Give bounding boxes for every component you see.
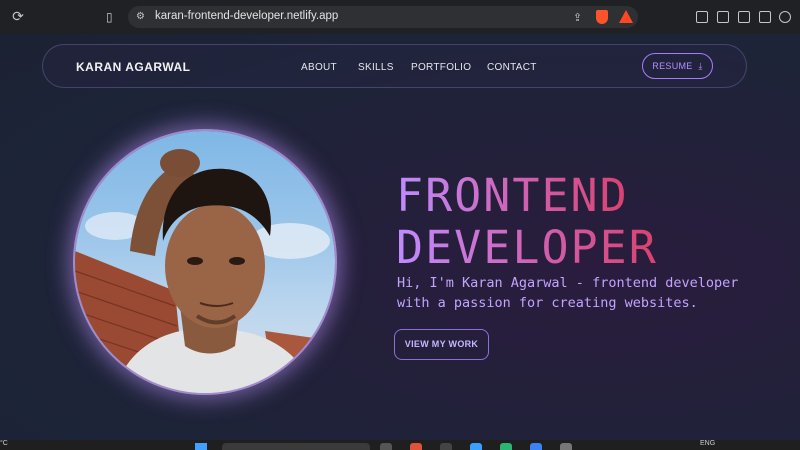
resume-label: RESUME — [652, 61, 693, 71]
portfolio-page: KARAN AGARWAL ABOUT SKILLS PORTFOLIO CON… — [0, 34, 800, 440]
download-icon: ⤓ — [698, 61, 703, 71]
taskbar-search[interactable] — [222, 443, 370, 450]
headline-line-2: DEVELOPER — [396, 221, 658, 274]
reload-icon[interactable]: ⟳ — [10, 9, 26, 25]
leo-icon[interactable] — [779, 11, 791, 23]
app-icon[interactable] — [470, 443, 482, 450]
language-indicator[interactable]: ENG — [700, 440, 715, 447]
file-explorer-icon[interactable] — [440, 443, 452, 450]
profile-photo — [75, 131, 335, 393]
view-my-work-button[interactable]: VIEW MY WORK — [394, 329, 489, 360]
site-settings-icon[interactable]: ⚙ — [136, 11, 148, 23]
wallet-icon[interactable] — [759, 11, 771, 23]
headline-line-1: FRONTEND — [396, 169, 629, 222]
start-icon[interactable] — [195, 443, 207, 450]
profile-illustration — [75, 149, 335, 393]
share-icon[interactable]: ⇪ — [571, 11, 584, 24]
bookmark-icon[interactable]: ▯ — [106, 9, 118, 25]
vscode-icon[interactable] — [530, 443, 542, 450]
site-navbar: KARAN AGARWAL ABOUT SKILLS PORTFOLIO CON… — [42, 44, 747, 88]
brave-taskbar-icon[interactable] — [410, 443, 422, 450]
nav-item-skills[interactable]: SKILLS — [358, 62, 394, 73]
task-view-icon[interactable] — [380, 443, 392, 450]
nav-item-portfolio[interactable]: PORTFOLIO — [411, 62, 471, 73]
browser-toolbar: ⟳ ▯ ⚙ karan-frontend-developer.netlify.a… — [0, 0, 800, 34]
weather-temp[interactable]: °C — [0, 440, 8, 447]
app-icon-2[interactable] — [560, 443, 572, 450]
brave-rewards-icon[interactable] — [619, 10, 633, 23]
os-taskbar: °C ENG — [0, 440, 800, 450]
extensions-icon[interactable] — [696, 11, 708, 23]
brave-shields-icon[interactable] — [596, 10, 608, 24]
chrome-icon[interactable] — [500, 443, 512, 450]
puzzle-icon[interactable] — [717, 11, 729, 23]
nav-item-contact[interactable]: CONTACT — [487, 62, 537, 73]
sidebar-icon[interactable] — [738, 11, 750, 23]
nav-item-about[interactable]: ABOUT — [301, 62, 337, 73]
url-text[interactable]: karan-frontend-developer.netlify.app — [155, 10, 338, 22]
hero-intro: Hi, I'm Karan Agarwal - frontend develop… — [397, 275, 739, 311]
resume-button[interactable]: RESUME ⤓ — [642, 53, 713, 79]
brand-name[interactable]: KARAN AGARWAL — [76, 60, 191, 74]
